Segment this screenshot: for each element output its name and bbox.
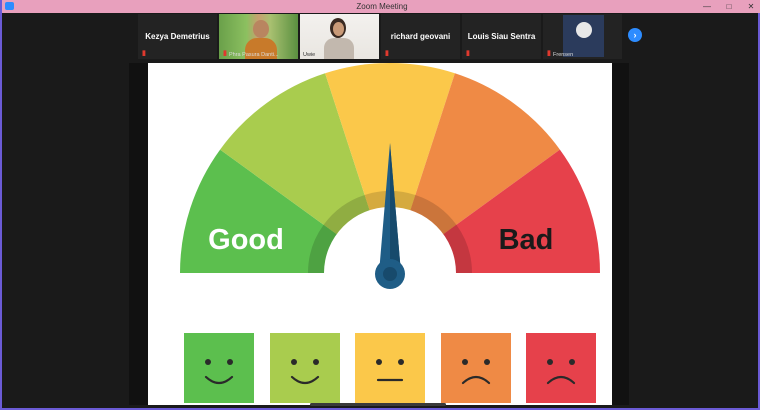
window-controls: — □ ✕ (696, 0, 760, 13)
participant-name: Kezya Demetrius (145, 32, 210, 41)
share-border-right (612, 63, 629, 405)
chevron-right-icon[interactable]: › (628, 28, 642, 42)
mic-muted-icon: ▮ (466, 50, 470, 57)
participant-name: richard geovani (390, 32, 451, 41)
mic-muted-icon: ▮ (385, 50, 389, 57)
maximize-icon[interactable]: □ (718, 0, 740, 13)
zoom-window: Zoom Meeting — □ ✕ Kezya Demetrius ▮ ▮ P… (0, 0, 760, 410)
participant-tile[interactable]: ▮ Phra Pasura Danti... (219, 14, 298, 59)
mood-face-happy (269, 333, 340, 403)
participant-tile[interactable]: ▮ Frensen (543, 14, 622, 59)
participant-name: Phra Pasura Danti... (229, 52, 279, 58)
participant-tile[interactable]: richard geovani ▮ (381, 14, 460, 59)
mic-muted-icon: ▮ (142, 50, 146, 57)
mood-face-sad (526, 333, 596, 403)
participant-tile[interactable]: Uwie (300, 14, 379, 59)
mic-muted-icon: ▮ (223, 50, 227, 57)
mic-muted-icon: ▮ (547, 50, 551, 57)
avatar (563, 15, 604, 57)
mood-face-sad (440, 333, 511, 403)
share-border-left (129, 63, 148, 405)
shared-screen: Good Bad (148, 63, 612, 405)
mood-face-happy (184, 333, 254, 403)
participant-name: Louis Siau Sentra (467, 32, 536, 41)
horizontal-scrollbar[interactable] (310, 403, 446, 406)
mood-face-neutral (355, 333, 425, 403)
gauge-label-bad: Bad (499, 224, 554, 256)
zoom-icon (5, 2, 14, 10)
participant-strip: Kezya Demetrius ▮ ▮ Phra Pasura Danti...… (138, 14, 626, 59)
close-icon[interactable]: ✕ (740, 0, 760, 13)
minimize-icon[interactable]: — (696, 0, 718, 13)
participant-tile[interactable]: Louis Siau Sentra ▮ (462, 14, 541, 59)
title-bar: Zoom Meeting — □ ✕ (2, 0, 760, 13)
participant-tile[interactable]: Kezya Demetrius ▮ (138, 14, 217, 59)
gauge-label-good: Good (208, 224, 284, 256)
window-title: Zoom Meeting (356, 2, 408, 11)
participant-name: Uwie (303, 52, 316, 58)
participant-name: Frensen (553, 52, 574, 58)
